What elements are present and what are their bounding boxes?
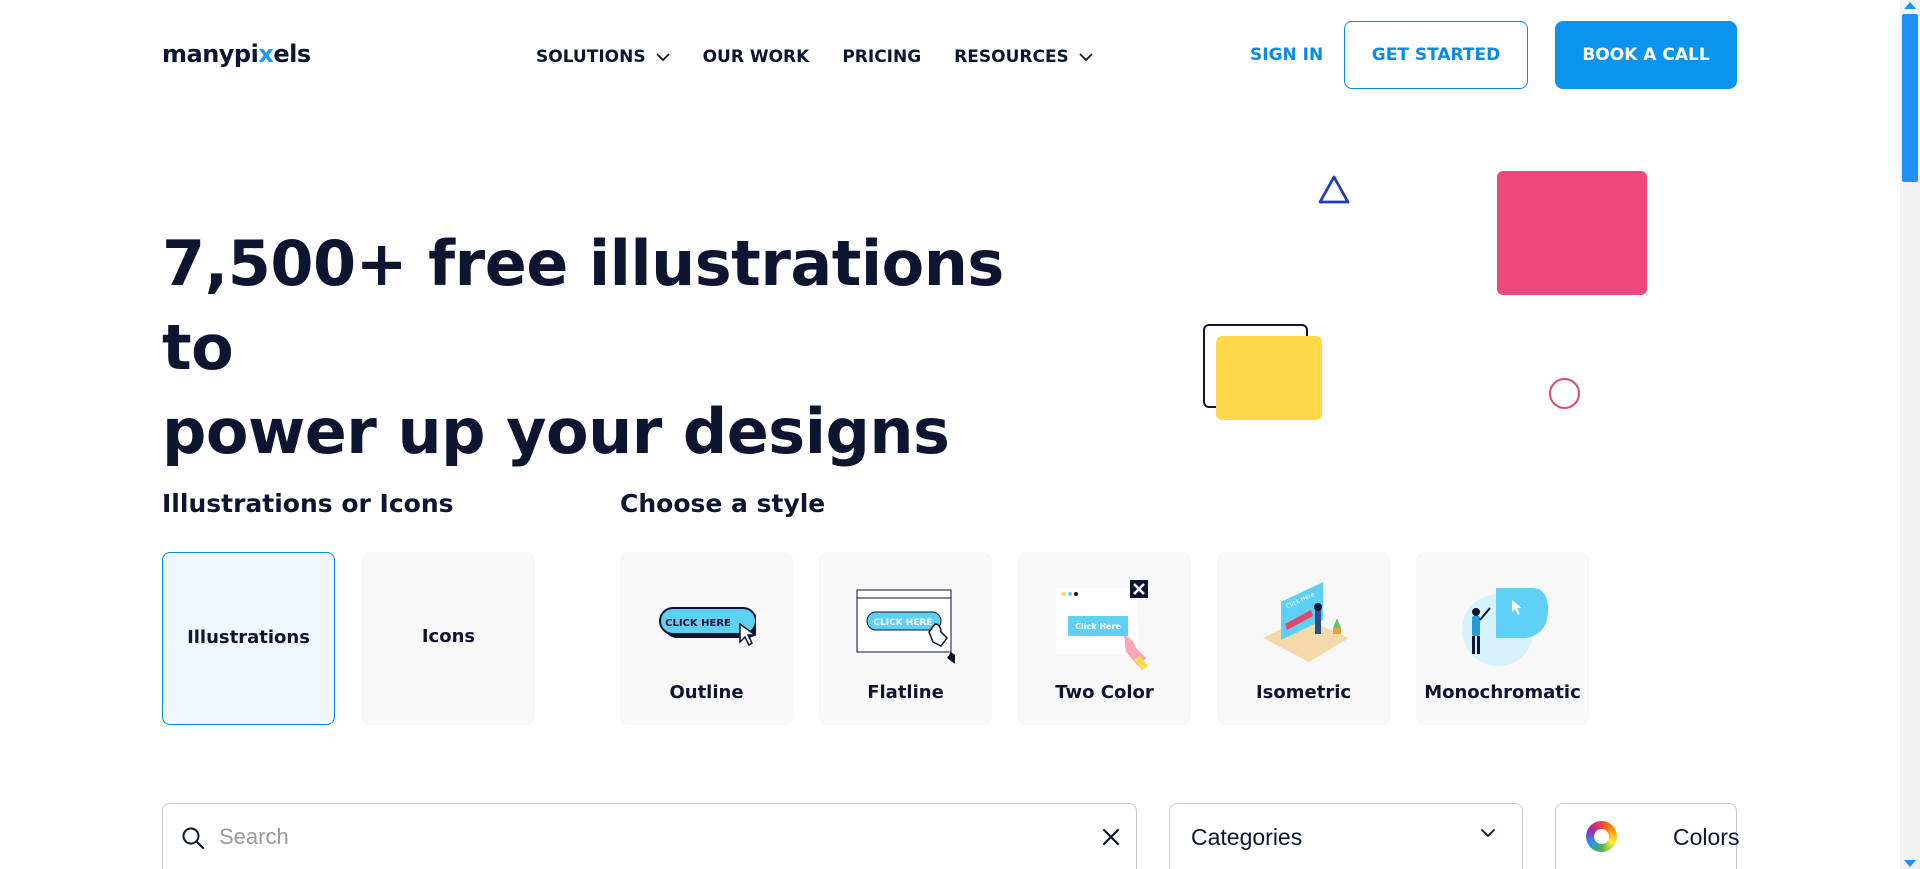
art-button-text: Click Here <box>1075 622 1121 631</box>
art-button-text: CLICK HERE <box>665 618 731 629</box>
option-label: Icons <box>421 626 476 647</box>
colors-filter-button[interactable]: Colors <box>1555 803 1740 869</box>
close-icon[interactable] <box>1102 828 1120 846</box>
sign-in-link[interactable]: SIGN IN <box>1250 45 1323 65</box>
type-option-illustrations[interactable]: Illustrations <box>162 552 335 725</box>
style-option-monochromatic[interactable]: Monochromatic <box>1416 552 1589 725</box>
option-label: Isometric <box>1255 682 1352 703</box>
option-label: Outline <box>669 682 744 703</box>
chevron-down-icon <box>1079 52 1093 61</box>
nav-item-our-work[interactable]: OUR WORK <box>703 47 810 67</box>
nav-label: SOLUTIONS <box>536 47 646 67</box>
scrollbar-thumb[interactable] <box>1902 14 1918 182</box>
style-option-isometric[interactable]: Click Here Isometric <box>1217 552 1390 725</box>
nav-item-solutions[interactable]: SOLUTIONS <box>536 47 670 67</box>
option-label: Illustrations <box>187 627 310 648</box>
art-button-text: CLICK HERE <box>873 618 932 628</box>
type-option-icons[interactable]: Icons <box>362 552 535 725</box>
option-label: Two Color <box>1055 682 1154 703</box>
logo-text-accent: x <box>258 40 274 68</box>
page-title: 7,500+ free illustrations to power up yo… <box>162 222 1062 474</box>
flatline-style-illustration: CLICK HERE <box>856 589 955 664</box>
book-a-call-button[interactable]: BOOK A CALL <box>1555 21 1737 89</box>
option-label: Flatline <box>867 682 944 703</box>
color-wheel-icon <box>1586 821 1617 852</box>
style-section-label: Choose a style <box>620 489 826 518</box>
title-line-1: 7,500+ free illustrations to <box>162 227 1004 384</box>
get-started-button[interactable]: GET STARTED <box>1344 21 1528 89</box>
outline-style-illustration: CLICK HERE <box>659 607 756 647</box>
logo-text-part: manypi <box>162 40 259 68</box>
style-option-two-color[interactable]: Click Here Two Color <box>1018 552 1191 725</box>
nav-label: PRICING <box>842 47 922 67</box>
scroll-up-arrow-icon[interactable] <box>1904 2 1916 9</box>
nav-label: RESOURCES <box>954 47 1069 67</box>
two-color-style-illustration: Click Here <box>1056 580 1148 670</box>
triangle-shape <box>1318 175 1350 204</box>
title-line-2: power up your designs <box>162 395 950 468</box>
chevron-down-icon <box>1480 828 1496 838</box>
isometric-style-illustration: Click Here <box>1263 582 1349 662</box>
style-option-outline[interactable]: CLICK HERE Outline <box>620 552 793 725</box>
categories-dropdown[interactable]: Categories <box>1169 803 1523 869</box>
nav-item-pricing[interactable]: PRICING <box>842 47 921 67</box>
pink-square-shape <box>1497 171 1647 295</box>
nav-item-resources[interactable]: RESOURCES <box>954 47 1093 67</box>
search-icon <box>182 827 205 850</box>
main-nav: SOLUTIONS OUR WORK PRICING RESOURCES <box>536 47 1126 67</box>
circle-shape <box>1549 378 1580 409</box>
categories-label: Categories <box>1191 824 1303 850</box>
type-section-label: Illustrations or Icons <box>162 489 454 518</box>
yellow-square-shape <box>1216 336 1322 420</box>
colors-label: Colors <box>1673 824 1740 850</box>
logo-text-part: els <box>273 40 311 68</box>
chevron-down-icon <box>655 52 670 61</box>
style-option-flatline[interactable]: CLICK HERE Flatline <box>819 552 992 725</box>
scroll-down-arrow-icon[interactable] <box>1904 860 1916 867</box>
monochromatic-style-illustration <box>1462 588 1548 666</box>
nav-label: OUR WORK <box>702 47 810 67</box>
brand-logo[interactable]: manypixels <box>162 40 311 68</box>
search-box <box>162 803 1137 869</box>
option-label: Monochromatic <box>1424 682 1581 703</box>
search-input[interactable] <box>219 804 1059 869</box>
page-scrollbar[interactable] <box>1900 0 1920 869</box>
